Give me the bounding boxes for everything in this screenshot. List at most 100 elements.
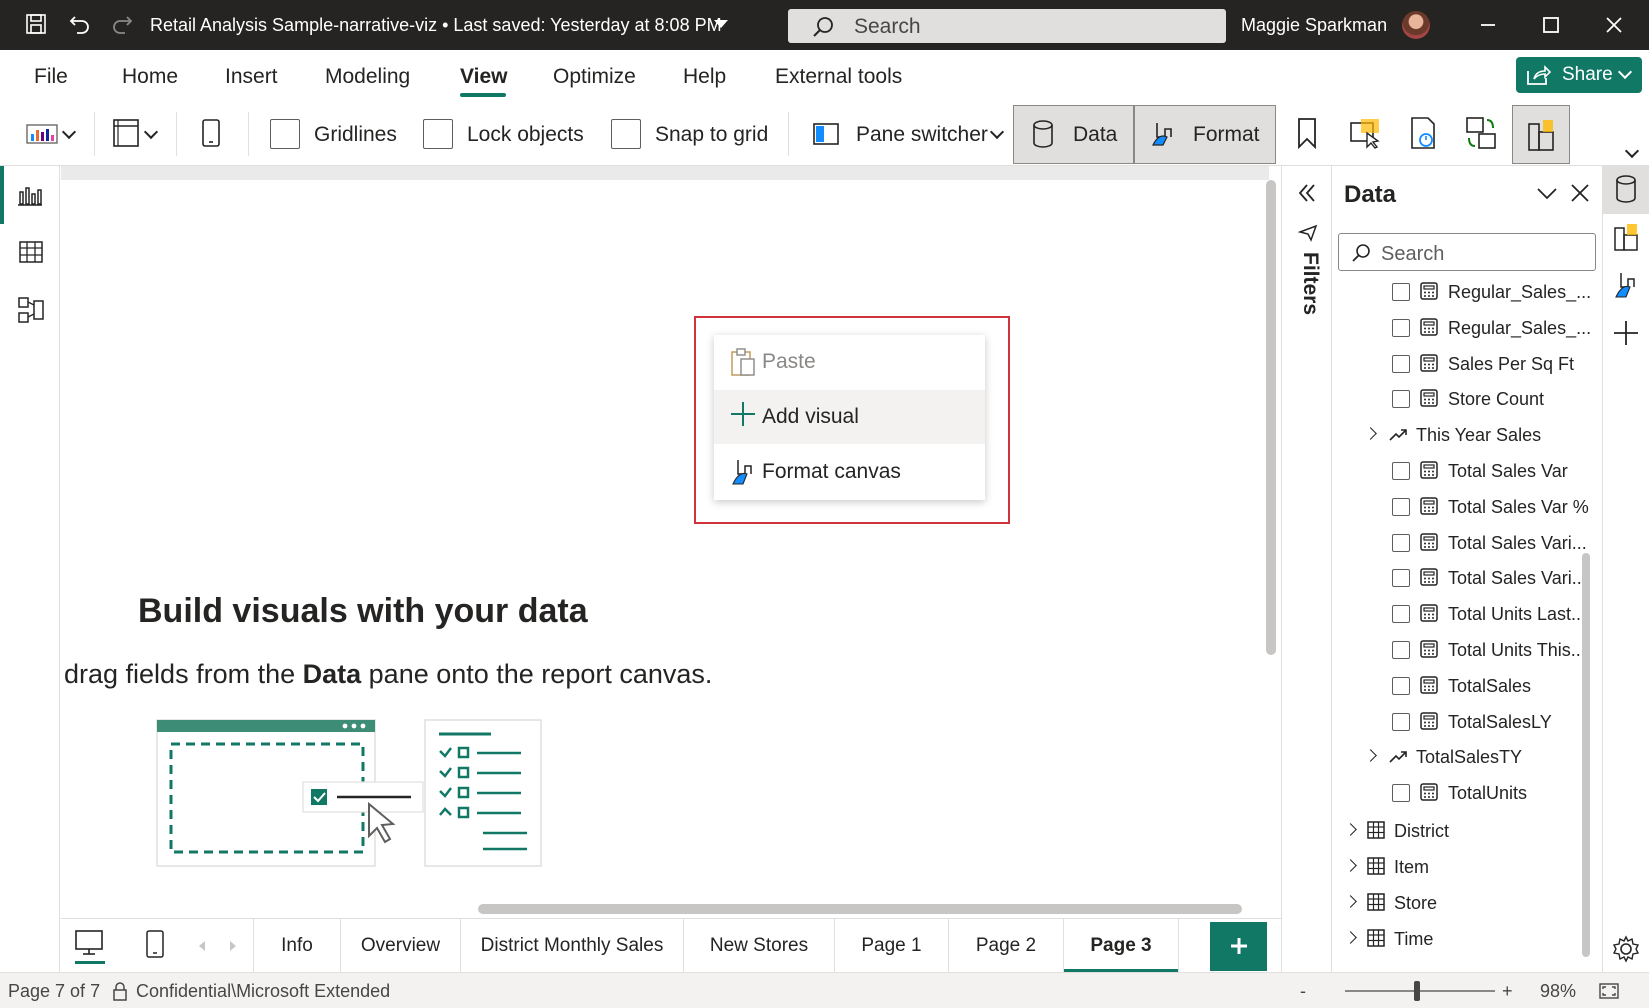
table-row[interactable]: Item <box>1344 851 1586 885</box>
add-page-button[interactable] <box>1210 922 1267 971</box>
avatar[interactable] <box>1402 11 1430 39</box>
document-title[interactable]: Retail Analysis Sample-narrative-viz • L… <box>150 15 722 36</box>
field-checkbox[interactable] <box>1392 355 1410 373</box>
lock-objects-label[interactable]: Lock objects <box>467 123 584 147</box>
chevron-right-icon[interactable] <box>1344 931 1357 944</box>
field-checkbox[interactable] <box>1392 498 1410 516</box>
field-checkbox[interactable] <box>1392 605 1410 623</box>
page-tab-district-monthly-sales[interactable]: District Monthly Sales <box>461 919 684 973</box>
page-tab-page-3[interactable]: Page 3 <box>1064 919 1179 973</box>
field-row[interactable]: Store Count <box>1392 383 1592 417</box>
zoom-slider-thumb[interactable] <box>1414 981 1420 1001</box>
field-row[interactable]: Sales Per Sq Ft <box>1392 348 1592 382</box>
field-row[interactable]: Total Units This... <box>1392 634 1592 668</box>
field-checkbox[interactable] <box>1392 569 1410 587</box>
field-checkbox[interactable] <box>1392 462 1410 480</box>
save-icon[interactable] <box>24 12 48 36</box>
database-icon[interactable] <box>1615 175 1637 203</box>
scroll-tabs-left-icon[interactable] <box>197 939 207 953</box>
canvas-horizontal-scrollbar[interactable] <box>478 904 1242 914</box>
canvas-vertical-scrollbar[interactable] <box>1266 180 1276 655</box>
field-row[interactable]: Total Sales Var <box>1392 455 1592 489</box>
field-checkbox[interactable] <box>1392 534 1410 552</box>
redo-icon[interactable] <box>110 12 134 36</box>
field-row[interactable]: Regular_Sales_... <box>1392 276 1592 310</box>
zoom-in-button[interactable]: + <box>1502 981 1513 1002</box>
title-dropdown-icon[interactable] <box>714 20 728 28</box>
report-view-icon[interactable] <box>18 184 42 206</box>
selection-pane-icon[interactable] <box>1349 117 1381 149</box>
mobile-layout-icon[interactable] <box>201 118 221 148</box>
sensitivity-label[interactable]: Confidential\Microsoft Extended <box>136 981 390 1002</box>
global-search-input[interactable]: Search <box>788 9 1226 43</box>
close-pane-icon[interactable] <box>1570 183 1590 203</box>
zoom-slider-track[interactable] <box>1345 990 1495 992</box>
table-view-icon[interactable] <box>18 240 44 264</box>
pane-switcher-label[interactable]: Pane switcher <box>856 123 988 147</box>
field-row[interactable]: Regular_Sales_... <box>1392 312 1592 346</box>
data-pane-scrollbar[interactable] <box>1582 553 1590 957</box>
menu-view[interactable]: View <box>460 65 507 89</box>
ribbon-collapse-chevron-icon[interactable] <box>1624 143 1640 159</box>
context-menu-paste[interactable]: Paste <box>714 335 985 389</box>
close-icon[interactable] <box>1602 13 1626 37</box>
field-list-icon[interactable] <box>1613 222 1641 252</box>
field-checkbox[interactable] <box>1392 283 1410 301</box>
gridlines-label[interactable]: Gridlines <box>314 123 397 147</box>
settings-gear-icon[interactable] <box>1612 935 1640 963</box>
zoom-level[interactable]: 98% <box>1540 981 1576 1002</box>
filters-label[interactable]: Filters <box>1298 252 1322 315</box>
minimize-icon[interactable] <box>1476 13 1500 37</box>
field-checkbox[interactable] <box>1392 677 1410 695</box>
desktop-layout-icon[interactable] <box>74 929 104 957</box>
field-checkbox[interactable] <box>1392 641 1410 659</box>
context-menu-format-canvas[interactable]: Format canvas <box>714 445 985 499</box>
format-pane-button[interactable]: Format <box>1134 105 1276 164</box>
expand-filters-icon[interactable] <box>1296 182 1318 204</box>
scroll-tabs-right-icon[interactable] <box>228 939 238 953</box>
field-row[interactable]: Total Sales Var % <box>1392 491 1592 525</box>
data-pane-button[interactable]: Data <box>1013 105 1134 164</box>
chevron-right-icon[interactable] <box>1364 749 1377 762</box>
page-tab-overview[interactable]: Overview <box>341 919 461 973</box>
chevron-right-icon[interactable] <box>1344 823 1357 836</box>
menu-external-tools[interactable]: External tools <box>775 65 902 89</box>
theme-gallery-icon[interactable] <box>26 124 58 144</box>
chevron-right-icon[interactable] <box>1344 895 1357 908</box>
field-row[interactable]: Total Sales Vari... <box>1392 527 1592 561</box>
page-tab-info[interactable]: Info <box>254 919 341 973</box>
undo-icon[interactable] <box>68 12 92 36</box>
chevron-right-icon[interactable] <box>1344 859 1357 872</box>
menu-insert[interactable]: Insert <box>225 65 278 89</box>
mobile-layout-icon[interactable] <box>145 929 165 959</box>
snap-to-grid-label[interactable]: Snap to grid <box>655 123 768 147</box>
page-tab-page-2[interactable]: Page 2 <box>949 919 1064 973</box>
menu-modeling[interactable]: Modeling <box>325 65 410 89</box>
menu-home[interactable]: Home <box>122 65 178 89</box>
snap-to-grid-checkbox[interactable] <box>611 119 641 149</box>
table-row[interactable]: District <box>1344 815 1586 849</box>
context-menu-add-visual[interactable]: Add visual <box>714 390 985 444</box>
fit-to-page-icon[interactable] <box>1598 982 1620 1000</box>
chevron-down-icon[interactable] <box>143 124 159 140</box>
gridlines-checkbox[interactable] <box>270 119 300 149</box>
chevron-down-icon[interactable] <box>61 124 77 140</box>
share-button[interactable]: Share <box>1516 57 1642 93</box>
table-row[interactable]: Time <box>1344 923 1586 957</box>
data-search-input[interactable]: Search <box>1338 233 1596 271</box>
field-parameters-button[interactable] <box>1512 105 1570 164</box>
field-checkbox[interactable] <box>1392 319 1410 337</box>
lock-objects-checkbox[interactable] <box>423 119 453 149</box>
user-name[interactable]: Maggie Sparkman <box>1241 15 1387 36</box>
menu-optimize[interactable]: Optimize <box>553 65 636 89</box>
field-row-expandable[interactable]: This Year Sales <box>1364 419 1592 453</box>
model-view-icon[interactable] <box>17 296 45 324</box>
performance-analyzer-icon[interactable] <box>1408 116 1438 150</box>
chevron-down-icon[interactable] <box>989 124 1005 140</box>
page-tab-page-1[interactable]: Page 1 <box>835 919 949 973</box>
menu-file[interactable]: File <box>34 65 68 89</box>
add-pane-icon[interactable] <box>1613 320 1639 346</box>
format-brush-icon[interactable] <box>1613 270 1641 300</box>
field-row[interactable]: TotalSales <box>1392 670 1592 704</box>
pane-switcher-icon[interactable] <box>812 122 840 146</box>
